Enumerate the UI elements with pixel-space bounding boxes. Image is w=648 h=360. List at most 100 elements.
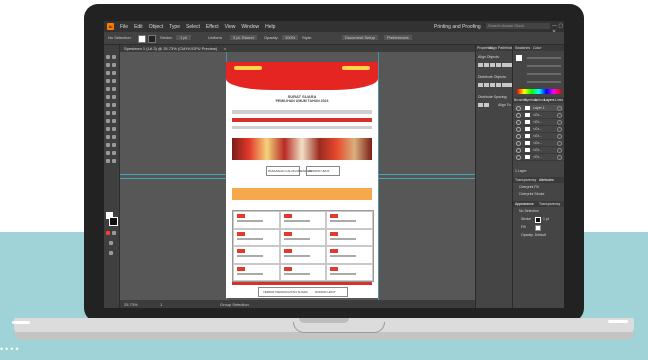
- spacing-vertical-icon[interactable]: [478, 103, 483, 107]
- visibility-eye-icon[interactable]: [516, 113, 521, 118]
- blend-tool-icon[interactable]: [112, 135, 116, 139]
- selection-tool-icon[interactable]: [106, 55, 110, 59]
- appearance-opacity[interactable]: Opacity: Default: [521, 233, 546, 237]
- distribute-bottom-icon[interactable]: [490, 83, 495, 87]
- menu-file[interactable]: File: [120, 24, 128, 30]
- appearance-stroke-swatch[interactable]: [535, 217, 541, 223]
- visibility-eye-icon[interactable]: [516, 155, 521, 160]
- color-slider-c[interactable]: [527, 57, 561, 59]
- layer-row[interactable]: <Gr...: [515, 119, 563, 126]
- layer-row[interactable]: Layer 1: [515, 105, 563, 112]
- gradient-tool-icon[interactable]: [112, 127, 116, 131]
- fill-swatch[interactable]: [138, 35, 146, 43]
- document-tab[interactable]: Spesimen 1 (LA 3) @ 25.73% (CMYK/GPU Pre…: [120, 45, 480, 52]
- slice-tool-icon[interactable]: [112, 151, 116, 155]
- zoom-tool-icon[interactable]: [112, 159, 116, 163]
- color-slider-y[interactable]: [527, 73, 561, 75]
- visibility-eye-icon[interactable]: [516, 127, 521, 132]
- draw-mode-icon[interactable]: [112, 231, 116, 235]
- target-circle-icon[interactable]: [557, 134, 562, 139]
- perspective-grid-tool-icon[interactable]: [112, 119, 116, 123]
- layer-row[interactable]: <Gr...: [515, 126, 563, 133]
- menu-window[interactable]: Window: [241, 24, 259, 30]
- line-tool-icon[interactable]: [112, 79, 116, 83]
- symbol-sprayer-tool-icon[interactable]: [106, 143, 110, 147]
- artboard-navigator[interactable]: 1: [160, 302, 162, 307]
- magic-wand-tool-icon[interactable]: [106, 63, 110, 67]
- menu-select[interactable]: Select: [186, 24, 200, 30]
- layer-row[interactable]: <Gr...: [515, 140, 563, 147]
- target-circle-icon[interactable]: [557, 127, 562, 132]
- shape-builder-tool-icon[interactable]: [106, 119, 110, 123]
- type-tool-icon[interactable]: [106, 79, 110, 83]
- align-center-icon[interactable]: [484, 63, 489, 67]
- target-circle-icon[interactable]: [557, 106, 562, 111]
- width-tool-icon[interactable]: [106, 111, 110, 115]
- preferences-button[interactable]: Preferences: [384, 35, 412, 40]
- search-adobe-stock-input[interactable]: Search Adobe Stock: [486, 23, 550, 29]
- menu-effect[interactable]: Effect: [206, 24, 219, 30]
- eyedropper-tool-icon[interactable]: [106, 135, 110, 139]
- document-setup-button[interactable]: Document Setup: [342, 35, 378, 40]
- layer-row[interactable]: <Gr...: [515, 133, 563, 140]
- scale-tool-icon[interactable]: [112, 103, 116, 107]
- appearance-fill-label[interactable]: Fill: [521, 225, 525, 229]
- color-spectrum-bar[interactable]: [517, 89, 561, 94]
- tab-attributes[interactable]: Attributes: [539, 178, 554, 182]
- zoom-level[interactable]: 25.73%: [124, 302, 138, 307]
- stroke-swatch[interactable]: [148, 35, 156, 43]
- direct-selection-tool-icon[interactable]: [112, 55, 116, 59]
- visibility-eye-icon[interactable]: [516, 141, 521, 146]
- overprint-stroke-checkbox[interactable]: Overprint Stroke: [519, 192, 544, 196]
- appearance-stroke-label[interactable]: Stroke: [521, 217, 531, 221]
- menu-type[interactable]: Type: [169, 24, 180, 30]
- color-slider-k[interactable]: [527, 81, 561, 83]
- opacity-field[interactable]: 100%: [282, 35, 299, 40]
- hand-tool-icon[interactable]: [106, 159, 110, 163]
- visibility-eye-icon[interactable]: [516, 148, 521, 153]
- stroke-weight-field[interactable]: 1 pt: [176, 35, 191, 40]
- none-color-icon[interactable]: [106, 231, 110, 235]
- brush-definition[interactable]: 3 pt. Round: [230, 35, 257, 40]
- tab-transparency-2[interactable]: Transparency: [539, 202, 560, 206]
- lasso-tool-icon[interactable]: [112, 63, 116, 67]
- column-graph-tool-icon[interactable]: [112, 143, 116, 147]
- menu-edit[interactable]: Edit: [134, 24, 143, 30]
- rotate-tool-icon[interactable]: [106, 103, 110, 107]
- tab-swatches[interactable]: Swatches: [515, 46, 530, 50]
- tab-links[interactable]: Links: [555, 98, 563, 102]
- mesh-tool-icon[interactable]: [106, 127, 110, 131]
- rectangle-tool-icon[interactable]: [106, 87, 110, 91]
- tab-transparency[interactable]: Transparency: [515, 178, 536, 182]
- menu-help[interactable]: Help: [265, 24, 275, 30]
- paintbrush-tool-icon[interactable]: [112, 87, 116, 91]
- curvature-tool-icon[interactable]: [112, 71, 116, 75]
- artboard-ballot[interactable]: SURAT SUARA PEMILIHAN UMUM TAHUN 2024 PA…: [226, 62, 378, 298]
- color-slider-m[interactable]: [527, 65, 561, 67]
- align-right-icon[interactable]: [490, 63, 495, 67]
- distribute-center-icon[interactable]: [484, 83, 489, 87]
- edit-toolbar-icon[interactable]: [109, 251, 113, 255]
- free-transform-tool-icon[interactable]: [112, 111, 116, 115]
- distribute-left-icon[interactable]: [496, 83, 501, 87]
- layer-row[interactable]: <Gr...: [515, 147, 563, 154]
- target-circle-icon[interactable]: [557, 148, 562, 153]
- align-left-icon[interactable]: [478, 63, 483, 67]
- close-tab-icon[interactable]: ×: [224, 46, 226, 51]
- visibility-eye-icon[interactable]: [516, 120, 521, 125]
- layer-row[interactable]: <Gr...: [515, 112, 563, 119]
- eraser-tool-icon[interactable]: [112, 95, 116, 99]
- target-circle-icon[interactable]: [557, 155, 562, 160]
- align-top-icon[interactable]: [496, 63, 501, 67]
- pen-tool-icon[interactable]: [106, 71, 110, 75]
- variable-width-profile[interactable]: Uniform: [208, 35, 222, 40]
- appearance-stroke-value[interactable]: 1 pt: [543, 217, 549, 221]
- stroke-color-swatch[interactable]: [109, 217, 118, 226]
- menu-view[interactable]: View: [225, 24, 236, 30]
- menu-object[interactable]: Object: [149, 24, 163, 30]
- tab-align[interactable]: Align: [489, 46, 497, 50]
- tab-layers[interactable]: Layers: [544, 98, 555, 102]
- spacing-horizontal-icon[interactable]: [484, 103, 489, 107]
- workspace-switcher[interactable]: Printing and Proofing: [434, 24, 481, 30]
- tab-appearance[interactable]: Appearance: [515, 202, 534, 206]
